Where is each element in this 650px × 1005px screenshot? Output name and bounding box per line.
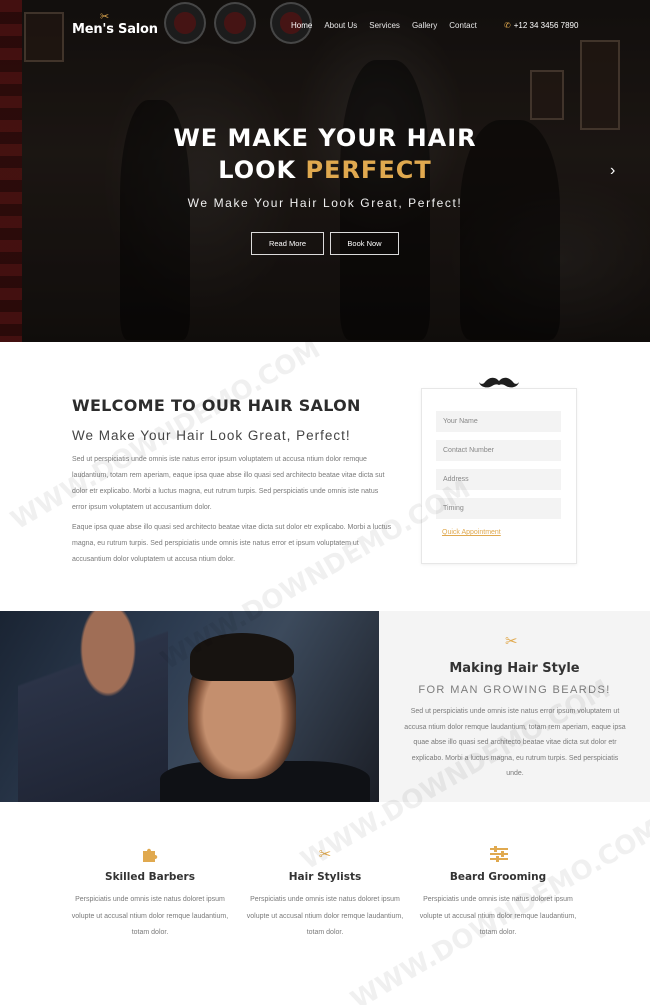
service-body: Perspiciatis unde omnis iste natus dolor… xyxy=(246,896,404,936)
feature-subtitle: FOR MAN GROWING BEARDS! xyxy=(418,684,611,696)
nav-gallery[interactable]: Gallery xyxy=(412,21,437,30)
puzzle-icon xyxy=(143,848,158,862)
hero-title-accent: PERFECT xyxy=(305,156,432,184)
nav-services[interactable]: Services xyxy=(369,21,400,30)
welcome-subtitle: We Make Your Hair Look Great, Perfect! xyxy=(72,428,351,443)
nav-about[interactable]: About Us xyxy=(324,21,357,30)
hero-subtitle: We Make Your Hair Look Great, Perfect! xyxy=(187,196,463,210)
timing-input[interactable]: Timing xyxy=(436,498,561,519)
nav-home[interactable]: Home xyxy=(291,21,312,30)
nav-contact[interactable]: Contact xyxy=(449,21,477,30)
feature-title: Making Hair Style xyxy=(449,661,580,676)
service-title-beard-grooming: Beard Grooming xyxy=(449,871,547,883)
client-hair xyxy=(190,633,294,681)
hero-title-line1: WE MAKE YOUR HAIR xyxy=(173,124,477,152)
main-nav: Home About Us Services Gallery Contact xyxy=(291,21,477,30)
welcome-paragraph: Eaque ipsa quae abse illo quasi sed arch… xyxy=(72,524,392,563)
top-navigation: Men's Salon ✂ Home About Us Services Gal… xyxy=(0,11,650,40)
barber-styling-photo xyxy=(0,611,379,802)
hero-title-line2: LOOK PERFECT xyxy=(0,156,650,184)
hero-banner: Men's Salon ✂ Home About Us Services Gal… xyxy=(0,0,650,342)
scissors-icon: ✂ xyxy=(318,846,332,863)
slider-next-arrow-icon[interactable]: › xyxy=(610,162,615,180)
book-now-button[interactable]: Book Now xyxy=(330,232,399,255)
service-title-skilled-barbers: Skilled Barbers xyxy=(105,871,195,883)
service-body: Perspiciatis unde omnis iste natus dolor… xyxy=(419,896,577,936)
phone-icon: ✆ xyxy=(504,21,511,30)
your-name-input[interactable]: Your Name xyxy=(436,411,561,432)
feature-body: Sed ut perspiciatis unde omnis iste natu… xyxy=(404,708,626,777)
service-title-hair-stylists: Hair Stylists xyxy=(288,871,362,883)
mustache-icon xyxy=(479,377,519,388)
address-input[interactable]: Address xyxy=(436,469,561,490)
quick-appointment-link[interactable]: Quick Appointment xyxy=(442,529,501,536)
read-more-button[interactable]: Read More xyxy=(251,232,324,255)
welcome-title: WELCOME TO OUR HAIR SALON xyxy=(72,396,361,415)
service-body: Perspiciatis unde omnis iste natus dolor… xyxy=(71,896,229,936)
barber-figure xyxy=(18,611,168,802)
sliders-icon xyxy=(490,846,508,862)
phone-text: +12 34 3456 7890 xyxy=(513,21,579,30)
scissors-icon: ✂ xyxy=(100,11,110,23)
site-logo[interactable]: Men's Salon xyxy=(72,22,158,37)
hero-title-white: LOOK xyxy=(218,156,297,184)
scissors-icon: ✂ xyxy=(505,633,518,650)
welcome-paragraph: Sed ut perspiciatis unde omnis iste natu… xyxy=(72,456,385,511)
phone-number[interactable]: ✆ +12 34 3456 7890 xyxy=(504,21,578,30)
contact-number-input[interactable]: Contact Number xyxy=(436,440,561,461)
